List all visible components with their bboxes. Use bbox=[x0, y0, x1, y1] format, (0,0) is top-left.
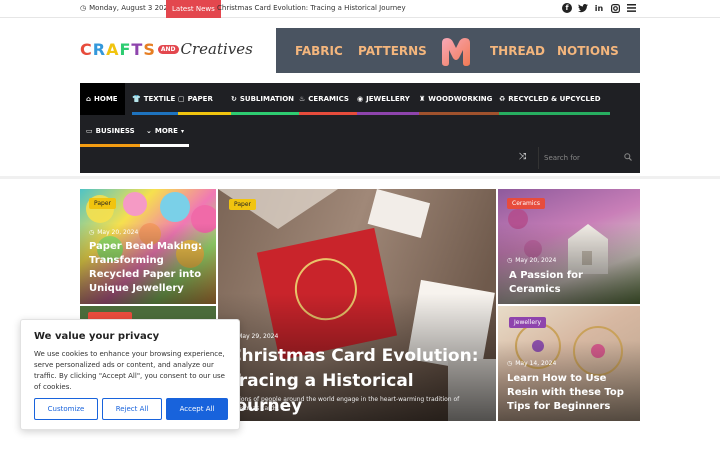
search-icon[interactable] bbox=[624, 153, 632, 163]
site-logo[interactable]: CRAFTS AND Creatives bbox=[80, 37, 260, 61]
nav-item-recycled-upcycled[interactable]: ♻ RECYCLED & UPCYCLED bbox=[499, 83, 610, 115]
logo-crafts-text: CRAFTS bbox=[80, 39, 156, 59]
category-badge[interactable]: Paper bbox=[89, 198, 116, 209]
clock-icon: ◷ bbox=[507, 360, 513, 367]
nav-item-paper[interactable]: ▢ PAPER bbox=[178, 83, 231, 115]
recycle-icon: ♻ bbox=[499, 95, 506, 103]
nav-underline-more bbox=[140, 144, 189, 147]
cookie-body: We use cookies to enhance your browsing … bbox=[34, 350, 225, 391]
card-title[interactable]: A Passion for Ceramics bbox=[509, 269, 634, 297]
article-card-resin[interactable]: Jewellery ◷ May 14, 2024 Learn How to Use… bbox=[498, 306, 640, 421]
article-card-christmas[interactable]: Paper ◷May 29, 2024 Christmas Card Evolu… bbox=[218, 189, 496, 421]
category-badge[interactable]: Ceramics bbox=[507, 198, 545, 209]
nav-underline-sublimation bbox=[231, 112, 299, 115]
card-title[interactable]: Paper Bead Making: Transforming Recycled… bbox=[89, 240, 209, 296]
clock-icon: ◷ bbox=[80, 4, 87, 12]
ad-banner[interactable]: FABRIC PATTERNS THREAD NOTIONS bbox=[276, 28, 640, 73]
article-card-paper-bead[interactable]: Paper ◷ May 20, 2024 Paper Bead Making: T… bbox=[80, 189, 216, 304]
instagram-icon[interactable] bbox=[610, 3, 620, 13]
nav-underline-business bbox=[80, 144, 140, 147]
cookie-consent-dialog: We value your privacy We use cookies to … bbox=[20, 319, 240, 430]
logo-creatives-text: Creatives bbox=[180, 40, 253, 58]
category-badge[interactable]: Paper bbox=[229, 199, 256, 210]
sublimation-icon: ↻ bbox=[231, 95, 237, 103]
nav-item-textile[interactable]: 👕 TEXTILE bbox=[132, 83, 178, 115]
banner-logo-icon bbox=[442, 38, 470, 66]
laptop-icon: ▭ bbox=[86, 127, 93, 135]
nav-item-ceramics[interactable]: ♨ CERAMICS bbox=[299, 83, 357, 115]
nav-underline-jewellery bbox=[357, 112, 419, 115]
nav-item-business[interactable]: ▭ BUSINESS bbox=[80, 115, 140, 147]
social-links: f in bbox=[562, 3, 636, 13]
nav-item-home[interactable]: ⌂ HOME bbox=[80, 83, 125, 115]
banner-word-fabric: FABRIC bbox=[295, 43, 343, 58]
nav-item-jewellery[interactable]: ◉ JEWELLERY bbox=[357, 83, 419, 115]
date-text: Monday, August 3 2026 bbox=[89, 4, 173, 12]
woodworking-icon: ♜ bbox=[419, 95, 426, 103]
card-date: ◷ May 20, 2024 bbox=[89, 229, 139, 236]
reject-all-button[interactable]: Reject All bbox=[102, 398, 162, 420]
flame-icon: ♨ bbox=[299, 95, 306, 103]
nav-underline-ceramics bbox=[299, 112, 357, 115]
latest-news-label: Latest News bbox=[166, 0, 221, 18]
paper-icon: ▢ bbox=[178, 95, 185, 103]
accept-all-button[interactable]: Accept All bbox=[166, 398, 228, 420]
logo-and-badge: AND bbox=[157, 44, 179, 54]
card-date: ◷ May 14, 2024 bbox=[507, 360, 557, 367]
breaking-headline-link[interactable]: Christmas Card Evolution: Tracing a Hist… bbox=[217, 4, 406, 12]
date-display: ◷ Monday, August 3 2026 bbox=[80, 4, 172, 12]
nav-item-more[interactable]: ⌄ MORE ▾ bbox=[140, 115, 189, 147]
shirt-icon: 👕 bbox=[132, 95, 141, 103]
nav-item-woodworking[interactable]: ♜ WOODWORKING bbox=[419, 83, 499, 115]
top-bar: ◷ Monday, August 3 2026 Latest News Chri… bbox=[0, 0, 720, 18]
card-date: ◷ May 20, 2024 bbox=[507, 257, 557, 264]
nav-underline-recycled bbox=[499, 112, 610, 115]
customize-button[interactable]: Customize bbox=[34, 398, 98, 420]
twitter-icon[interactable] bbox=[578, 3, 588, 13]
nav-item-sublimation[interactable]: ↻ SUBLIMATION bbox=[231, 83, 299, 115]
category-badge[interactable]: Jewellery bbox=[509, 317, 547, 328]
clock-icon: ◷ bbox=[89, 229, 95, 236]
chevron-down-icon: ⌄ bbox=[146, 127, 152, 135]
ring-icon: ◉ bbox=[357, 95, 364, 103]
article-card-ceramics[interactable]: Ceramics ◷ May 20, 2024 A Passion for Cer… bbox=[498, 189, 640, 304]
card-title[interactable]: Learn How to Use Resin with these Top Ti… bbox=[507, 372, 635, 414]
banner-word-notions: NOTIONS bbox=[557, 43, 619, 58]
card-excerpt: Millions of people around the world enga… bbox=[229, 396, 460, 412]
header-divider bbox=[0, 176, 720, 179]
clock-icon: ◷ bbox=[507, 257, 513, 264]
facebook-icon[interactable]: f bbox=[562, 3, 572, 13]
home-icon: ⌂ bbox=[86, 95, 92, 103]
banner-word-thread: THREAD bbox=[490, 43, 545, 58]
search-field bbox=[538, 147, 638, 169]
search-input[interactable] bbox=[539, 154, 619, 162]
linkedin-icon[interactable]: in bbox=[594, 3, 604, 13]
menu-icon[interactable] bbox=[626, 3, 636, 13]
cookie-title: We value your privacy bbox=[34, 331, 160, 342]
nav-underline-woodworking bbox=[419, 112, 499, 115]
banner-word-patterns: PATTERNS bbox=[358, 43, 427, 58]
random-article-icon[interactable]: ⤨ bbox=[519, 152, 526, 162]
